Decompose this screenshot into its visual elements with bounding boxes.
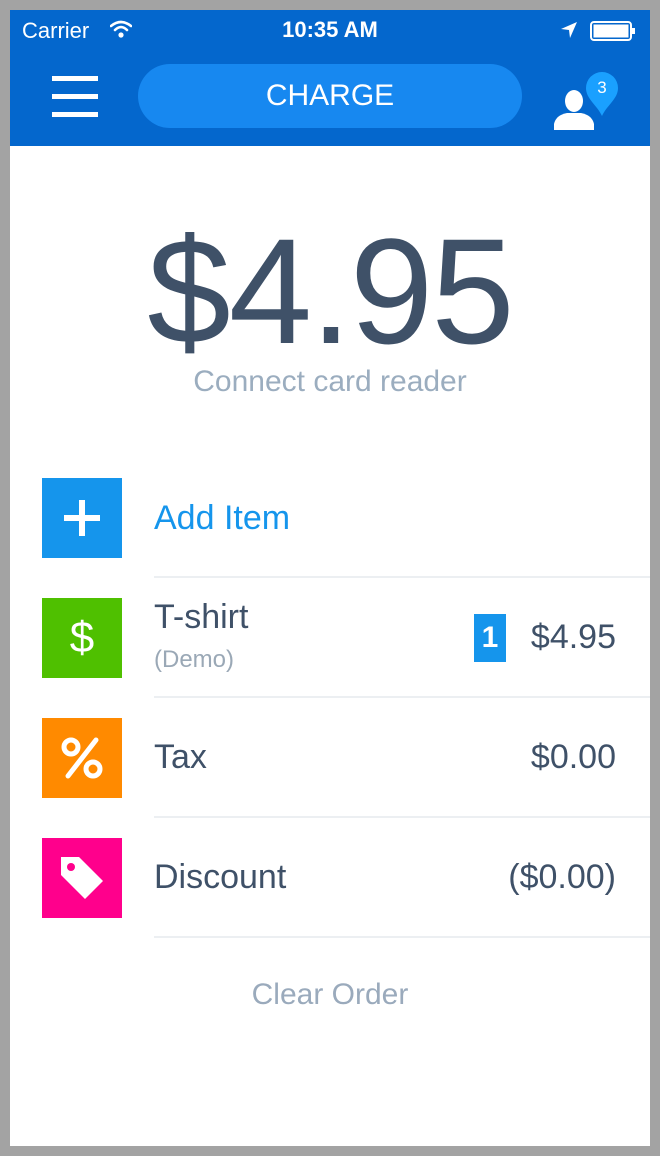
hamburger-icon <box>52 76 98 117</box>
add-item-row[interactable]: Add Item <box>10 458 650 578</box>
item-tile: $ <box>42 598 122 678</box>
tax-tile <box>42 718 122 798</box>
plus-icon <box>64 500 100 536</box>
add-item-label: Add Item <box>154 499 291 537</box>
item-name: T-shirt <box>154 598 249 636</box>
add-item-tile <box>42 478 122 558</box>
menu-button[interactable] <box>52 76 98 118</box>
tax-value: $0.00 <box>530 738 616 776</box>
tax-row[interactable]: Tax $0.00 <box>10 698 650 818</box>
tag-icon <box>61 857 103 899</box>
total-amount: $4.95 <box>147 207 514 375</box>
order-item-row[interactable]: $ T-shirt (Demo) 1 $4.95 <box>10 578 650 698</box>
item-note: (Demo) <box>154 646 235 673</box>
charge-button[interactable]: CHARGE <box>138 64 522 128</box>
battery-icon <box>590 21 635 41</box>
item-price: $4.95 <box>530 618 616 656</box>
item-quantity-badge[interactable]: 1 <box>474 614 506 662</box>
discount-row[interactable]: Discount ($0.00) <box>10 818 650 938</box>
location-arrow-icon <box>561 22 577 38</box>
clear-order-button[interactable]: Clear Order <box>10 978 650 1012</box>
divider <box>154 936 650 938</box>
discount-value: ($0.00) <box>508 858 616 896</box>
tax-label: Tax <box>154 738 207 776</box>
discount-tile <box>42 838 122 918</box>
percent-icon <box>61 737 103 779</box>
customers-button[interactable]: 3 <box>550 72 622 132</box>
connect-card-reader-link[interactable]: Connect card reader <box>10 365 650 399</box>
dollar-icon: $ <box>69 613 95 662</box>
header-bar: Carrier 10:35 AM CHARGE 3 <box>10 10 650 146</box>
app-screen: Carrier 10:35 AM CHARGE 3 $4.95 Connect … <box>10 10 650 1146</box>
status-time: 10:35 AM <box>282 17 378 42</box>
discount-label: Discount <box>154 858 287 896</box>
status-bar: Carrier 10:35 AM <box>10 10 650 50</box>
customers-badge-count: 3 <box>597 78 607 97</box>
